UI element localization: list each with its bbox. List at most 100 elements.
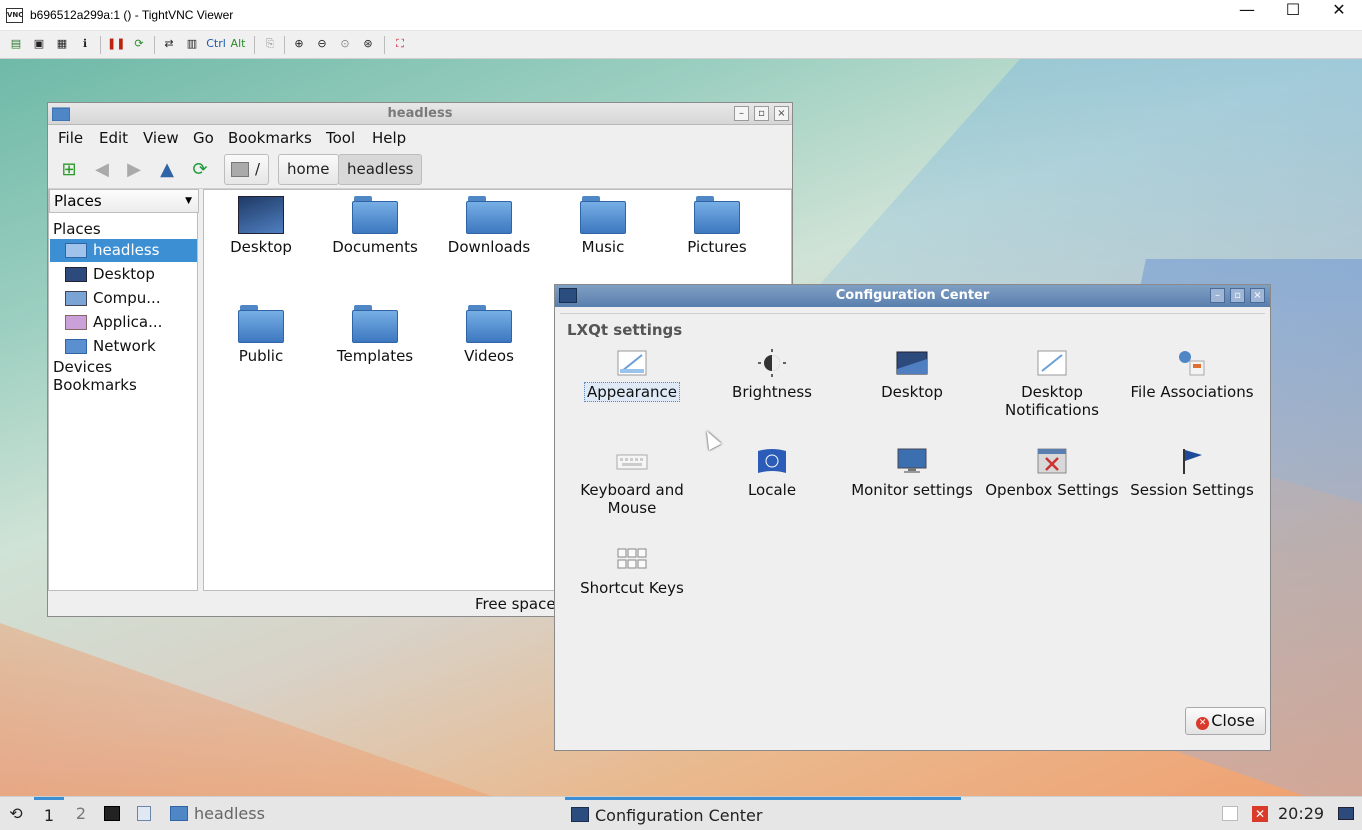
fm-maximize-button[interactable]: ▫ — [754, 106, 769, 121]
places-combo[interactable]: Places ▼ — [49, 189, 199, 213]
setting-desktop[interactable]: Desktop — [842, 349, 982, 401]
zoom-100-icon[interactable]: ⊙ — [336, 35, 354, 53]
desktop-switch-2[interactable]: 2 — [66, 797, 96, 830]
toolbar-separator — [254, 36, 255, 54]
error-tray-icon[interactable]: ✕ — [1249, 797, 1271, 830]
show-desktop-icon[interactable] — [1334, 797, 1358, 830]
file-item-public[interactable]: Public — [206, 305, 316, 365]
refresh-icon[interactable]: ⟳ — [130, 35, 148, 53]
bookmarks-header: Bookmarks — [53, 376, 137, 394]
clipboard-icon[interactable]: ⎘ — [261, 35, 279, 53]
task-headless[interactable]: headless — [164, 797, 554, 830]
vnc-toolbar: ▤ ▣ ▦ ℹ ❚❚ ⟳ ⇄ ▥ Ctrl Alt ⎘ ⊕ ⊖ ⊙ ⊛ ⛶ — [0, 31, 1362, 59]
transfer-icon[interactable]: ⇄ — [160, 35, 178, 53]
save-icon[interactable]: ▣ — [30, 35, 48, 53]
menu-edit[interactable]: Edit — [99, 129, 128, 147]
pause-icon[interactable]: ❚❚ — [107, 35, 125, 53]
cc-minimize-button[interactable]: – — [1210, 288, 1225, 303]
desktop-settings-icon — [896, 351, 928, 375]
desktop-switch-1[interactable]: 1 — [34, 797, 64, 830]
setting-appearance[interactable]: Appearance — [562, 349, 702, 402]
cc-maximize-button[interactable]: ▫ — [1230, 288, 1245, 303]
terminal-launcher-icon[interactable] — [100, 797, 124, 830]
options-icon[interactable]: ▦ — [53, 35, 71, 53]
setting-label: Keyboard and Mouse — [580, 481, 684, 517]
setting-monitor-settings[interactable]: Monitor settings — [842, 447, 982, 499]
ctrl-alt-del-icon[interactable]: ▥ — [183, 35, 201, 53]
config-center-title: Configuration Center — [835, 288, 990, 303]
up-arrow-icon[interactable]: ▲ — [156, 159, 178, 181]
menu-view[interactable]: View — [143, 129, 179, 147]
file-item-label: Public — [238, 347, 284, 365]
file-item-documents[interactable]: Documents — [320, 196, 430, 256]
menu-bookmarks[interactable]: Bookmarks — [228, 129, 312, 147]
file-associations-icon — [1179, 351, 1205, 376]
folder-icon — [466, 305, 512, 343]
path-root-button[interactable]: / — [224, 154, 270, 185]
sidebar-item-network[interactable]: Network — [50, 335, 197, 358]
folder-icon — [694, 196, 740, 234]
close-button[interactable]: ✕ Close — [1185, 707, 1266, 735]
setting-locale[interactable]: Locale — [702, 447, 842, 499]
toolbar-separator — [384, 36, 385, 54]
path-headless-button[interactable]: headless — [338, 154, 423, 185]
setting-brightness[interactable]: Brightness — [702, 349, 842, 401]
file-item-videos[interactable]: Videos — [434, 305, 544, 365]
file-item-label: Documents — [332, 238, 418, 256]
session-flag-icon — [1183, 449, 1202, 474]
setting-desktop-notifications[interactable]: Desktop Notifications — [982, 349, 1122, 419]
path-home-button[interactable]: home — [278, 154, 339, 185]
notifications-icon — [1037, 350, 1067, 376]
config-center-titlebar[interactable]: Configuration Center – ▫ × — [555, 285, 1270, 307]
menu-tool[interactable]: Tool — [326, 129, 355, 147]
vnc-close-button[interactable]: ✕ — [1316, 0, 1362, 31]
ctrl-key-icon[interactable]: Ctrl — [204, 35, 228, 53]
vnc-minimize-button[interactable]: — — [1224, 0, 1270, 31]
setting-shortcut-keys[interactable]: Shortcut Keys — [562, 545, 702, 597]
setting-session-settings[interactable]: Session Settings — [1122, 447, 1262, 499]
fm-close-button[interactable]: × — [774, 106, 789, 121]
file-manager-launcher-icon[interactable] — [132, 797, 156, 830]
alt-key-icon[interactable]: Alt — [229, 35, 247, 53]
reload-icon[interactable]: ⟳ — [189, 159, 211, 181]
file-item-label: Templates — [336, 347, 414, 365]
file-item-templates[interactable]: Templates — [320, 305, 430, 365]
zoom-in-icon[interactable]: ⊕ — [290, 35, 308, 53]
new-connection-icon[interactable]: ▤ — [7, 35, 25, 53]
sidebar-item-computer[interactable]: Compu... — [50, 287, 197, 310]
setting-file-associations[interactable]: File Associations — [1122, 349, 1262, 401]
zoom-fit-icon[interactable]: ⊛ — [359, 35, 377, 53]
file-item-label: Videos — [464, 347, 514, 365]
menu-help[interactable]: Help — [372, 129, 406, 147]
file-item-label: Pictures — [687, 238, 747, 256]
sidebar-item-applications[interactable]: Applica... — [50, 311, 197, 334]
fullscreen-icon[interactable]: ⛶ — [391, 35, 409, 53]
path-root-label: / — [255, 160, 261, 178]
task-configuration-center[interactable]: Configuration Center — [565, 797, 961, 830]
file-item-pictures[interactable]: Pictures — [662, 196, 772, 256]
menu-go[interactable]: Go — [193, 129, 214, 147]
setting-keyboard-and-mouse[interactable]: Keyboard and Mouse — [562, 447, 702, 517]
new-tab-icon[interactable]: ⊞ — [58, 159, 80, 181]
clock[interactable]: 20:29 — [1278, 797, 1328, 830]
desktop-folder-icon — [238, 196, 284, 234]
back-arrow-icon[interactable]: ◀ — [91, 159, 113, 181]
forward-arrow-icon[interactable]: ▶ — [123, 159, 145, 181]
vnc-maximize-button[interactable]: ☐ — [1270, 0, 1316, 31]
cc-close-window-button[interactable]: × — [1250, 288, 1265, 303]
file-manager-titlebar[interactable]: headless – ▫ × — [48, 103, 792, 125]
chevron-down-icon: ▼ — [185, 196, 192, 206]
setting-openbox-settings[interactable]: Openbox Settings — [982, 447, 1122, 499]
file-item-downloads[interactable]: Downloads — [434, 196, 544, 256]
info-icon[interactable]: ℹ — [76, 35, 94, 53]
main-menu-icon[interactable]: ⟲ — [4, 797, 28, 830]
clipboard-tray-icon[interactable] — [1218, 797, 1242, 830]
menu-file[interactable]: File — [58, 129, 83, 147]
sidebar-item-desktop[interactable]: Desktop — [50, 263, 197, 286]
zoom-out-icon[interactable]: ⊖ — [313, 35, 331, 53]
sidebar-item-headless[interactable]: headless — [50, 239, 197, 262]
setting-label: Desktop Notifications — [1005, 383, 1099, 419]
fm-minimize-button[interactable]: – — [734, 106, 749, 121]
file-item-desktop[interactable]: Desktop — [206, 196, 316, 256]
file-item-music[interactable]: Music — [548, 196, 658, 256]
